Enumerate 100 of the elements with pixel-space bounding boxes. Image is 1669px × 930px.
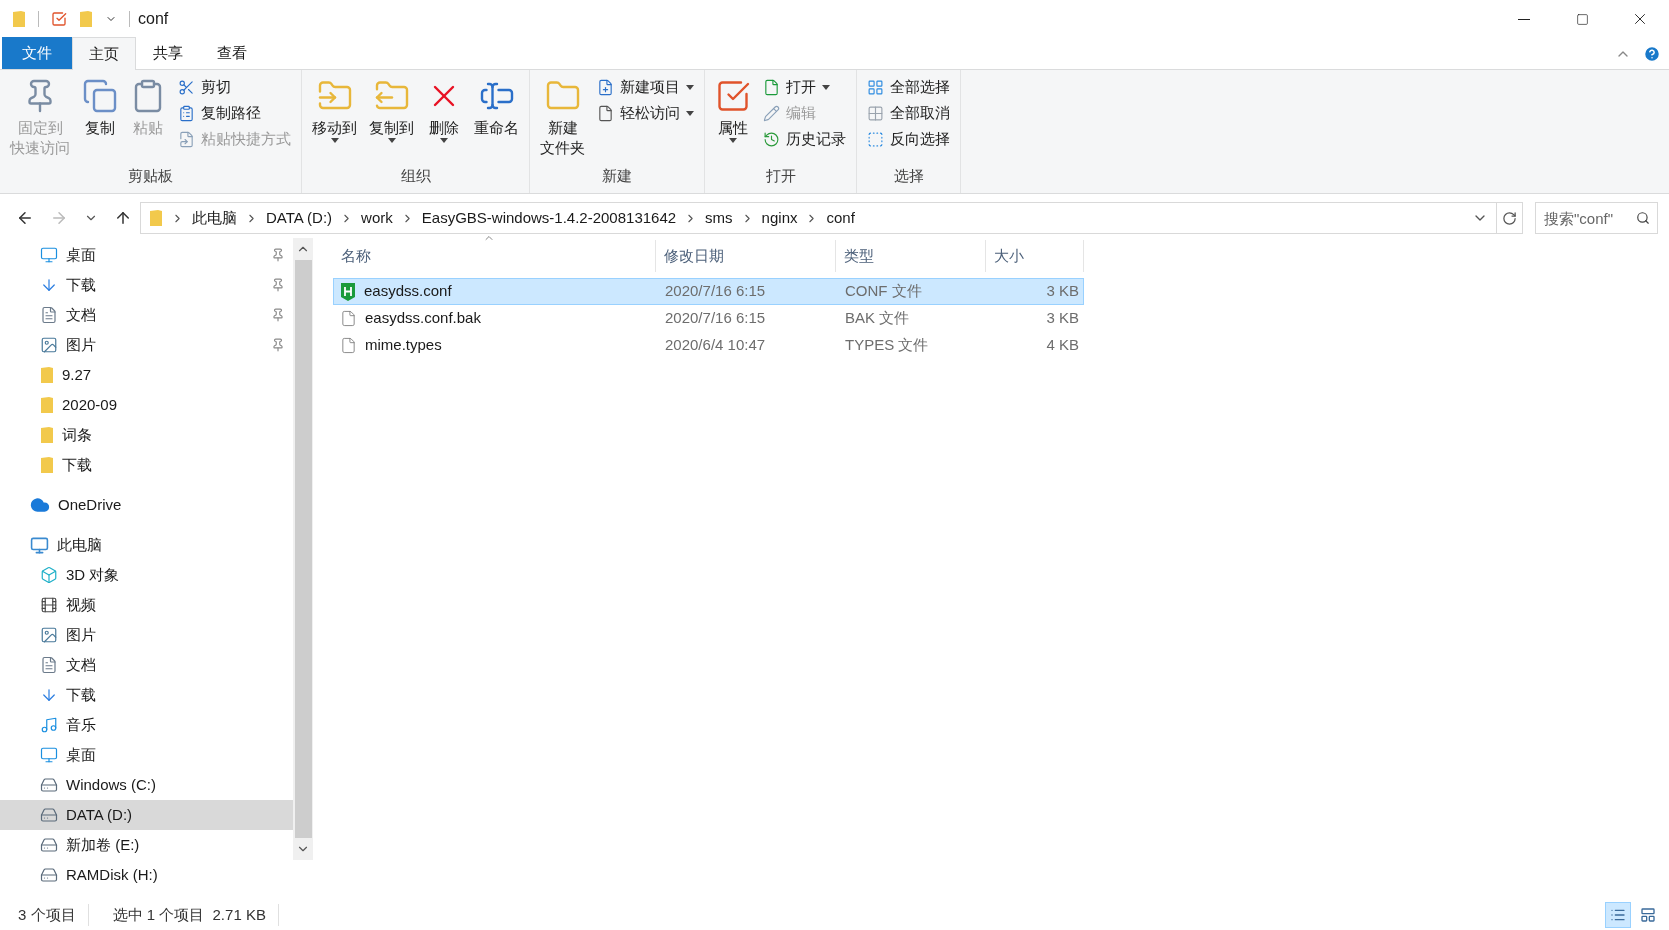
ribbon-button[interactable]: 反向选择 <box>863 128 954 150</box>
ribbon-button[interactable]: 属性 <box>711 74 755 165</box>
caret-icon <box>440 138 448 143</box>
nav-item[interactable]: 词条 <box>0 420 293 450</box>
file-tab[interactable]: 文件 <box>2 37 72 69</box>
ribbon-button[interactable]: 移动到 <box>308 74 361 165</box>
file-icon <box>340 337 357 354</box>
ribbon-button[interactable]: 复制路径 <box>174 102 295 124</box>
ribbon-button[interactable]: 删除 <box>422 74 466 165</box>
back-icon[interactable] <box>16 209 34 227</box>
music-icon <box>40 716 58 734</box>
ribbon-button[interactable]: 剪切 <box>174 76 295 98</box>
path-segment[interactable]: conf <box>826 206 855 230</box>
nav-item[interactable]: Windows (C:) <box>0 770 293 800</box>
folder-icon <box>12 10 26 28</box>
item-count: 3 个项目 <box>18 903 89 927</box>
group-label: 打开 <box>765 165 796 186</box>
properties-icon[interactable] <box>51 11 67 27</box>
nav-item[interactable]: 下载 <box>0 450 293 480</box>
nav-item[interactable]: 文档 <box>0 300 293 330</box>
nav-item[interactable]: 此电脑 <box>0 530 293 560</box>
download-icon <box>40 686 58 704</box>
file-name: easydss.conf <box>364 281 452 302</box>
file-row[interactable]: easydss.conf 2020/7/16 6:15 CONF 文件 3 KB <box>333 278 1084 305</box>
search-icon <box>1636 211 1650 225</box>
nav-item[interactable]: 桌面 <box>0 240 293 270</box>
nav-item[interactable]: 9.27 <box>0 360 293 390</box>
caret-icon <box>729 138 737 143</box>
path-segment[interactable]: EasyGBS-windows-1.4.2-2008131642 <box>421 206 677 230</box>
details-view-button[interactable] <box>1605 902 1631 928</box>
picture-icon <box>40 336 58 354</box>
cloud-icon <box>30 495 50 515</box>
nav-item[interactable]: 下载 <box>0 270 293 300</box>
ribbon-button[interactable]: 全部取消 <box>863 102 954 124</box>
minimize-icon <box>1518 18 1530 20</box>
ribbon-tab[interactable]: 共享 <box>136 37 200 69</box>
cube-icon <box>40 566 58 584</box>
list-icon <box>1610 907 1626 923</box>
group-label: 选择 <box>893 165 924 186</box>
nav-item[interactable]: 3D 对象 <box>0 560 293 590</box>
path-segment[interactable]: 此电脑 <box>192 206 237 230</box>
pin-icon <box>271 338 285 352</box>
ribbon-button[interactable]: 新建 文件夹 <box>536 74 589 165</box>
column-header[interactable]: 类型 <box>836 240 986 272</box>
path-segment[interactable]: nginx <box>761 206 798 230</box>
path-segment[interactable]: DATA (D:) <box>266 206 333 230</box>
nav-item[interactable]: 新加卷 (E:) <box>0 830 293 860</box>
column-header[interactable]: 修改日期 <box>656 240 836 272</box>
column-header[interactable]: 大小 <box>986 240 1084 272</box>
up-icon[interactable] <box>114 209 132 227</box>
nav-item[interactable]: 图片 <box>0 330 293 360</box>
group-label: 新建 <box>602 165 632 186</box>
column-header[interactable]: 名称 <box>333 240 656 272</box>
file-icon <box>340 310 357 327</box>
folder-icon <box>40 426 54 444</box>
app-icon <box>763 78 780 96</box>
ribbon-button[interactable]: 历史记录 <box>759 128 850 150</box>
nav-item[interactable]: 视频 <box>0 590 293 620</box>
pin-icon <box>271 248 285 262</box>
picture-icon <box>40 626 58 644</box>
copy-icon <box>82 78 118 114</box>
nav-item[interactable]: 下载 <box>0 680 293 710</box>
nav-item[interactable]: 桌面 <box>0 740 293 770</box>
file-row[interactable]: easydss.conf.bak 2020/7/16 6:15 BAK 文件 3 KB <box>333 305 1084 332</box>
folder-icon <box>149 209 163 227</box>
search-field[interactable]: 搜索"conf" <box>1535 202 1658 234</box>
ribbon-button[interactable]: 全部选择 <box>863 76 954 98</box>
nav-item[interactable]: 文档 <box>0 650 293 680</box>
caret-icon <box>822 84 830 90</box>
new-item-icon <box>597 78 614 96</box>
type-cell-text: BAK 文件 <box>844 308 911 329</box>
folder-icon <box>40 366 54 384</box>
film-icon <box>40 596 58 614</box>
ribbon-tab[interactable]: 查看 <box>200 37 264 69</box>
maximize-icon <box>1575 12 1589 26</box>
nav-item[interactable]: RAMDisk (H:) <box>0 860 293 890</box>
path-icon <box>178 104 195 122</box>
path-segment[interactable]: sms <box>705 206 733 230</box>
ribbon-button[interactable]: 复制 <box>78 74 122 165</box>
caret-icon <box>686 84 694 90</box>
help-icon[interactable] <box>1643 45 1661 63</box>
nav-item[interactable]: DATA (D:) <box>0 800 293 830</box>
address-bar[interactable]: 此电脑 DATA (D:) work EasyGBS-windows-1.4.2-2008131642 sms nginx conf <box>140 202 1523 234</box>
size-cell-text: 3 KB <box>1045 308 1080 329</box>
thumbnails-icon <box>1640 907 1656 923</box>
nav-item[interactable]: 音乐 <box>0 710 293 740</box>
scrollbar[interactable] <box>293 238 313 860</box>
folder-icon <box>40 456 54 474</box>
ribbon-button[interactable]: 重命名 <box>470 74 523 165</box>
ribbon-button[interactable]: 复制到 <box>365 74 418 165</box>
ribbon-button[interactable]: 打开 <box>759 76 850 98</box>
ribbon-tab[interactable]: 主页 <box>72 37 136 70</box>
nav-item[interactable]: 2020-09 <box>0 390 293 420</box>
refresh-icon[interactable] <box>1502 210 1517 226</box>
nav-item[interactable]: OneDrive <box>0 490 293 520</box>
file-row[interactable]: mime.types 2020/6/4 10:47 TYPES 文件 4 KB <box>333 332 1084 359</box>
path-segment[interactable]: work <box>361 206 393 230</box>
nav-item[interactable]: 图片 <box>0 620 293 650</box>
ribbon-button[interactable]: 轻松访问 <box>593 102 698 124</box>
ribbon-button[interactable]: 新建项目 <box>593 76 698 98</box>
